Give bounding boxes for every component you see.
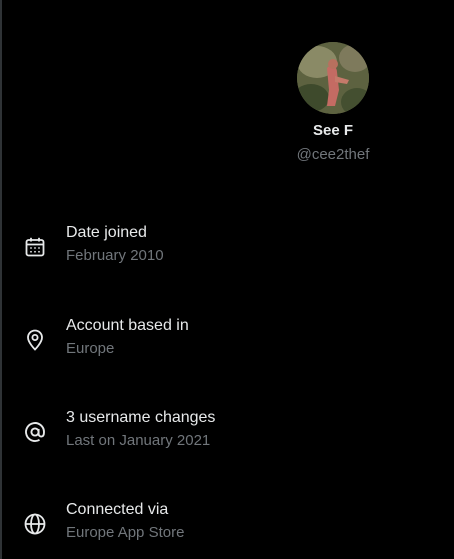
info-title: Date joined	[66, 224, 147, 241]
info-title: Account based in	[66, 317, 189, 334]
avatar[interactable]	[297, 42, 369, 114]
location-pin-icon	[23, 328, 47, 352]
info-row-connected-via: Connected via Europe App Store	[0, 501, 454, 547]
info-title: 3 username changes	[66, 409, 216, 426]
info-subtitle: Europe App Store	[66, 524, 185, 541]
calendar-icon	[23, 235, 47, 259]
info-row-date-joined: Date joined February 2010	[0, 224, 454, 270]
avatar-photo	[297, 42, 369, 114]
globe-icon	[23, 512, 47, 536]
username-handle: @cee2thef	[296, 146, 370, 163]
info-subtitle: Europe	[66, 340, 115, 357]
at-sign-icon	[23, 420, 47, 444]
display-name: See F	[312, 122, 354, 139]
info-subtitle: Last on January 2021	[66, 432, 211, 449]
info-row-username-changes: 3 username changes Last on January 2021	[0, 409, 454, 455]
info-subtitle: February 2010	[66, 247, 164, 264]
info-row-account-based-in: Account based in Europe	[0, 317, 454, 363]
profile-header: See F @cee2thef	[0, 0, 454, 200]
info-title: Connected via	[66, 501, 169, 518]
